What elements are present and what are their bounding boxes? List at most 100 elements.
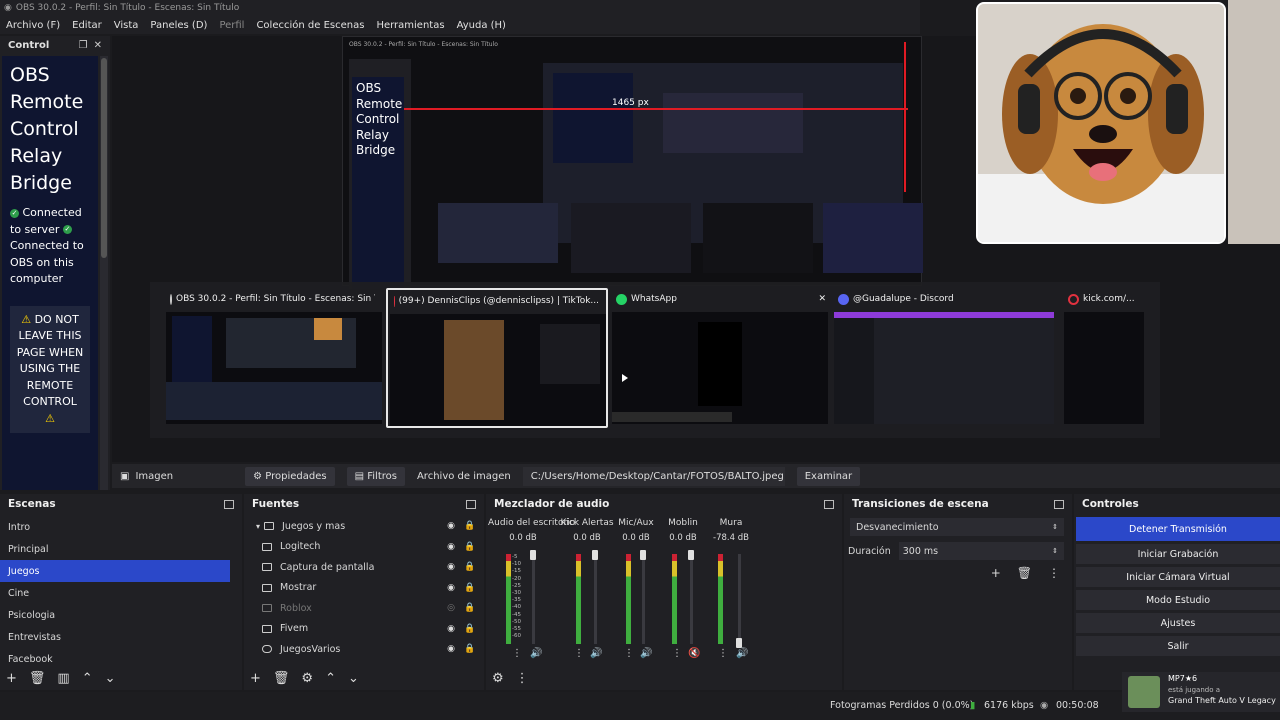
fader-knob[interactable] [530, 550, 536, 560]
transitions-title: Transiciones de escena [852, 498, 989, 510]
lock-icon[interactable]: 🔒 [464, 603, 475, 613]
fader-knob[interactable] [592, 550, 598, 560]
chevron-up-icon[interactable]: ⌃ [82, 671, 93, 686]
switcher-card-kick[interactable]: kick.com/... [1062, 288, 1158, 428]
chevron-down-icon[interactable]: ⌄ [348, 671, 359, 686]
close-icon[interactable]: ✕ [818, 294, 826, 304]
float-icon[interactable]: ❐ [79, 40, 88, 51]
browse-button[interactable]: Examinar [796, 466, 861, 486]
menu-paneles[interactable]: Paneles (D) [150, 20, 207, 31]
kebab-icon[interactable]: ⋮ [574, 648, 584, 659]
gear-icon[interactable]: ⚙ [492, 671, 504, 686]
volume-fader[interactable] [532, 554, 535, 644]
speaker-muted-icon[interactable]: 🔇 [688, 648, 700, 659]
close-icon[interactable]: ✕ [94, 40, 102, 51]
scene-item[interactable]: Cine [0, 582, 230, 604]
duration-input[interactable]: 300 ms ⇕ [898, 542, 1064, 560]
properties-button[interactable]: ⚙ Propiedades [245, 466, 335, 486]
lock-icon[interactable]: 🔒 [464, 624, 475, 634]
fader-knob[interactable] [688, 550, 694, 560]
trash-icon[interactable]: 🗑 [1017, 566, 1032, 580]
eye-icon[interactable]: ◉ [446, 562, 456, 572]
kebab-icon[interactable]: ⋮ [718, 648, 728, 659]
volume-fader[interactable] [738, 554, 741, 644]
eye-icon[interactable]: ◉ [446, 521, 456, 531]
scene-item[interactable]: Juegos [0, 560, 230, 582]
menu-archivo[interactable]: Archivo (F) [6, 20, 60, 31]
scene-item[interactable]: Psicologia [0, 604, 230, 626]
menu-herramientas[interactable]: Herramientas [376, 20, 444, 31]
lock-icon[interactable]: 🔒 [464, 562, 475, 572]
menu-editar[interactable]: Editar [72, 20, 102, 31]
source-item[interactable]: JuegosVarios ◉ 🔒 [244, 639, 484, 660]
chevron-down-icon[interactable]: ⌄ [105, 671, 116, 686]
switcher-card-tiktok[interactable]: (99+) DennisClips (@dennisclipss) | TikT… [386, 288, 608, 428]
exit-button[interactable]: Salir [1076, 636, 1280, 656]
menu-vista[interactable]: Vista [114, 20, 139, 31]
eye-icon[interactable]: ◉ [446, 644, 456, 654]
dock-float-icon[interactable] [1054, 499, 1064, 509]
dock-float-icon[interactable] [466, 499, 476, 509]
scene-item[interactable]: Entrevistas [0, 626, 230, 648]
lock-icon[interactable]: 🔒 [464, 542, 475, 552]
studio-mode-button[interactable]: Modo Estudio [1076, 590, 1280, 610]
lock-icon[interactable]: 🔒 [464, 644, 475, 654]
source-item[interactable]: Logitech ◉ 🔒 [244, 537, 484, 558]
switcher-card-obs[interactable]: OBS 30.0.2 - Perfil: Sin Título - Escena… [164, 288, 386, 428]
speaker-icon[interactable]: 🔊 [530, 648, 542, 659]
kebab-icon[interactable]: ⋮ [1048, 566, 1060, 580]
kebab-icon[interactable]: ⋮ [672, 648, 682, 659]
settings-button[interactable]: Ajustes [1076, 613, 1280, 633]
menu-perfil[interactable]: Perfil [219, 20, 244, 31]
add-icon[interactable]: + [991, 566, 1001, 580]
start-virtual-camera-button[interactable]: Iniciar Cámara Virtual [1076, 567, 1280, 587]
volume-fader[interactable] [594, 554, 597, 644]
remote-heading: OBS Remote Control Relay Bridge [10, 64, 84, 194]
speaker-icon[interactable]: 🔊 [736, 648, 748, 659]
speaker-icon[interactable]: 🔊 [590, 648, 602, 659]
eye-hidden-icon[interactable]: ◎ [446, 603, 456, 613]
kebab-icon[interactable]: ⋮ [516, 671, 529, 686]
add-icon[interactable]: + [250, 671, 261, 686]
menu-ayuda[interactable]: Ayuda (H) [457, 20, 506, 31]
menu-coleccion-escenas[interactable]: Colección de Escenas [256, 20, 364, 31]
fader-knob[interactable] [640, 550, 646, 560]
scene-item[interactable]: Intro [0, 516, 230, 538]
source-item[interactable]: ▾ Juegos y mas ◉ 🔒 [244, 516, 484, 537]
file-path-field[interactable]: C:/Users/Home/Desktop/Cantar/FOTOS/BALTO… [522, 466, 785, 486]
source-item[interactable]: Fivem ◉ 🔒 [244, 619, 484, 640]
source-item[interactable]: Mostrar ◉ 🔒 [244, 578, 484, 599]
eye-icon[interactable]: ◉ [446, 624, 456, 634]
lock-icon[interactable]: 🔒 [464, 521, 475, 531]
kebab-icon[interactable]: ⋮ [624, 648, 634, 659]
chevron-up-icon[interactable]: ⌃ [325, 671, 336, 686]
transition-select[interactable]: Desvanecimiento ⇕ [850, 518, 1064, 536]
trash-icon[interactable]: 🗑 [273, 671, 290, 686]
add-icon[interactable]: + [6, 671, 17, 686]
eye-icon[interactable]: ◉ [446, 583, 456, 593]
activity-notification[interactable]: MP7★6 está jugando a Grand Theft Auto V … [1122, 672, 1280, 712]
speaker-icon[interactable]: 🔊 [640, 648, 652, 659]
fader-knob[interactable] [736, 638, 742, 648]
scene-item[interactable]: Facebook [0, 648, 230, 670]
filter-icon[interactable]: ▥ [57, 671, 69, 686]
stop-stream-button[interactable]: Detener Transmisión [1076, 517, 1280, 541]
control-scrollbar[interactable] [100, 56, 108, 490]
volume-fader[interactable] [690, 554, 693, 644]
switcher-card-whatsapp[interactable]: WhatsApp ✕ [610, 288, 830, 428]
gear-icon[interactable]: ⚙ [301, 671, 313, 686]
scene-item[interactable]: Principal [0, 538, 230, 560]
source-item[interactable]: Roblox ◎ 🔒 [244, 598, 484, 619]
inner-window-title: OBS 30.0.2 - Perfil: Sin Título - Escena… [349, 41, 498, 48]
kebab-icon[interactable]: ⋮ [512, 648, 522, 659]
filters-button[interactable]: ▤ Filtros [346, 466, 405, 486]
switcher-card-discord[interactable]: @Guadalupe - Discord [832, 288, 1058, 428]
dock-float-icon[interactable] [824, 499, 834, 509]
start-recording-button[interactable]: Iniciar Grabación [1076, 544, 1280, 564]
eye-icon[interactable]: ◉ [446, 542, 456, 552]
volume-fader[interactable] [642, 554, 645, 644]
source-item[interactable]: Captura de pantalla ◉ 🔒 [244, 557, 484, 578]
lock-icon[interactable]: 🔒 [464, 583, 475, 593]
dock-float-icon[interactable] [224, 499, 234, 509]
trash-icon[interactable]: 🗑 [29, 671, 46, 686]
